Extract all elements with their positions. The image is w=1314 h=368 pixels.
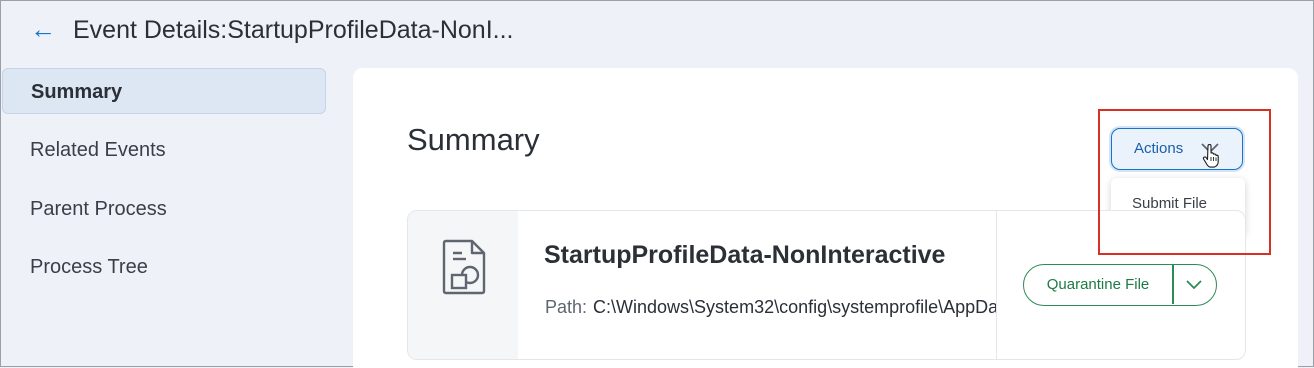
path-value: C:\Windows\System32\config\systemprofile… [593,297,997,317]
sidebar-item-label: Summary [31,81,123,103]
file-icon [442,239,486,295]
sidebar-item-label: Related Events [30,139,166,161]
page-title: Event Details:StartupProfileData-NonI... [73,16,514,44]
page-header: ← Event Details:StartupProfileData-NonI.… [0,0,1314,62]
chevron-down-icon [1186,280,1202,290]
sidebar-item-label: Parent Process [30,198,167,220]
sidebar-item-process-tree[interactable]: Process Tree [2,244,326,290]
file-name: StartupProfileData-NonInteractive [544,241,946,269]
quarantine-file-button[interactable]: Quarantine File [1024,265,1172,304]
sidebar-item-related-events[interactable]: Related Events [2,127,326,173]
quarantine-options-button[interactable] [1173,265,1215,304]
path-label: Path: [545,297,588,317]
sidebar-item-parent-process[interactable]: Parent Process [2,186,326,232]
quarantine-split-button: Quarantine File [1023,264,1217,306]
back-arrow-icon[interactable]: ← [30,14,56,44]
highlight-annotation [1098,109,1271,255]
file-icon-area [408,211,518,359]
section-heading: Summary [407,122,540,157]
sidebar-item-summary[interactable]: Summary [2,68,326,114]
card-divider [996,211,997,359]
sidebar-item-label: Process Tree [30,256,148,278]
file-path: Path: C:\Windows\System32\config\systempr… [545,293,997,321]
